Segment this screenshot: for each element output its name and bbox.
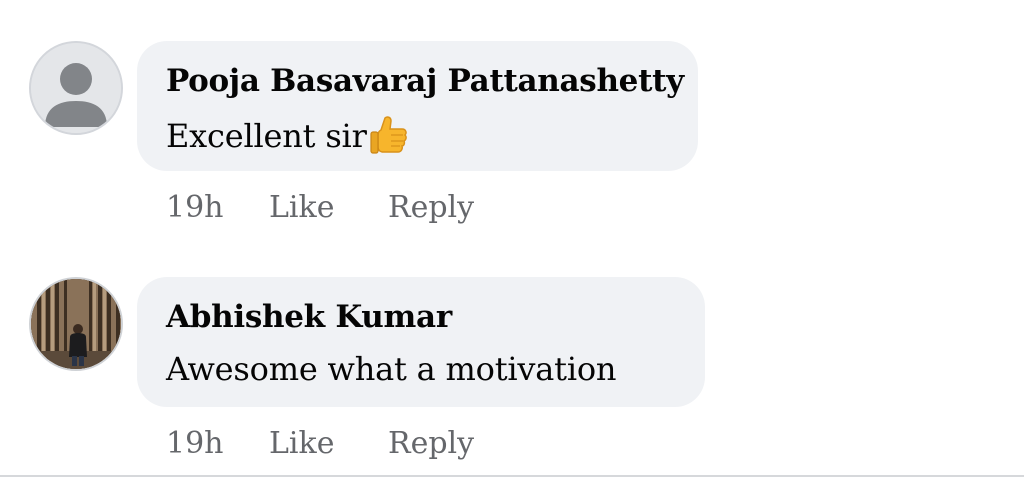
comment-author[interactable]: Pooja Basavaraj Pattanashetty [166, 63, 684, 99]
comment-bubble: Abhishek Kumar Awesome what a motivation [137, 277, 705, 407]
default-avatar-icon [31, 43, 121, 133]
comment-text-row: Awesome what a motivation [166, 350, 617, 388]
comment-bubble: Pooja Basavaraj Pattanashetty Excellent … [137, 41, 698, 171]
thumbs-up-icon [370, 116, 407, 154]
reply-button[interactable]: Reply [388, 190, 474, 225]
avatar[interactable] [29, 277, 123, 371]
comment-author[interactable]: Abhishek Kumar [166, 299, 452, 335]
like-button[interactable]: Like [269, 190, 334, 225]
comment-text: Excellent sir [166, 117, 367, 155]
comment-timestamp[interactable]: 19h [166, 426, 224, 461]
comment-timestamp[interactable]: 19h [166, 190, 224, 225]
comment-text: Awesome what a motivation [166, 350, 617, 388]
comment-text-row: Excellent sir [166, 114, 409, 158]
avatar[interactable] [29, 41, 123, 135]
reply-button[interactable]: Reply [388, 426, 474, 461]
comments-section: Pooja Basavaraj Pattanashetty Excellent … [0, 0, 1024, 477]
like-button[interactable]: Like [269, 426, 334, 461]
profile-photo-image [31, 279, 121, 369]
